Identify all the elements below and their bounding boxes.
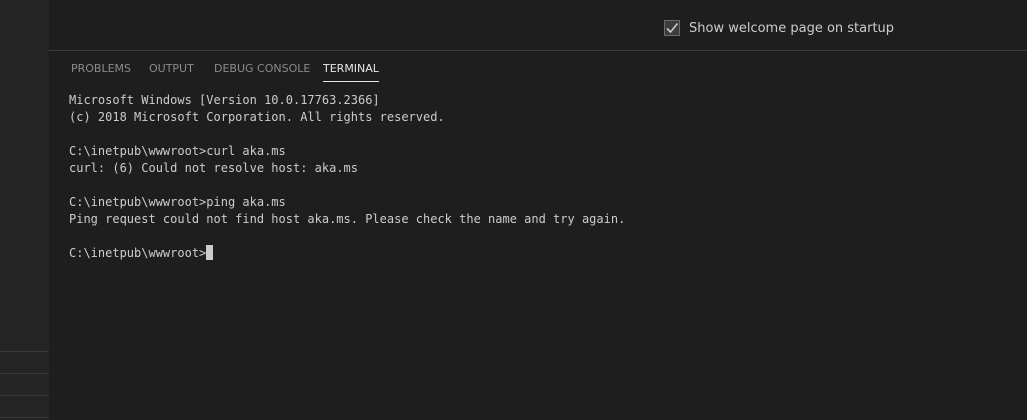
- panel-tab-bar: PROBLEMS OUTPUT DEBUG CONSOLE TERMINAL: [49, 51, 1027, 87]
- terminal-line: (c) 2018 Microsoft Corporation. All righ…: [69, 110, 445, 124]
- bottom-panel: PROBLEMS OUTPUT DEBUG CONSOLE TERMINAL M…: [49, 50, 1027, 420]
- sidebar-divider: [0, 395, 49, 396]
- terminal-cursor: [206, 245, 214, 260]
- startup-checkbox[interactable]: [664, 20, 680, 36]
- show-welcome-on-startup-option[interactable]: Show welcome page on startup: [664, 18, 894, 38]
- terminal-prompt: C:\inetpub\wwwroot>: [69, 246, 207, 260]
- terminal-line: C:\inetpub\wwwroot>curl aka.ms: [69, 144, 286, 158]
- terminal-line: curl: (6) Could not resolve host: aka.ms: [69, 161, 358, 175]
- terminal-line: Microsoft Windows [Version 10.0.17763.23…: [69, 93, 380, 107]
- sidebar-divider: [0, 373, 49, 374]
- vscode-window: Show welcome page on startup PROBLEMS OU…: [0, 0, 1027, 420]
- sidebar-strip: [0, 0, 49, 420]
- tab-problems[interactable]: PROBLEMS: [71, 62, 131, 81]
- terminal-line: C:\inetpub\wwwroot>ping aka.ms: [69, 195, 286, 209]
- tab-terminal[interactable]: TERMINAL: [323, 62, 379, 82]
- terminal-output[interactable]: Microsoft Windows [Version 10.0.17763.23…: [69, 92, 1017, 420]
- sidebar-divider: [0, 417, 49, 418]
- terminal-line: Ping request could not find host aka.ms.…: [69, 212, 626, 226]
- terminal-prompt-line[interactable]: C:\inetpub\wwwroot>: [69, 245, 1017, 262]
- welcome-page-footer: Show welcome page on startup: [49, 0, 1027, 50]
- startup-checkbox-label[interactable]: Show welcome page on startup: [689, 21, 894, 36]
- tab-output[interactable]: OUTPUT: [149, 62, 194, 81]
- sidebar-divider: [0, 351, 49, 352]
- checkmark-icon: [666, 22, 679, 34]
- tab-debug-console[interactable]: DEBUG CONSOLE: [214, 62, 310, 81]
